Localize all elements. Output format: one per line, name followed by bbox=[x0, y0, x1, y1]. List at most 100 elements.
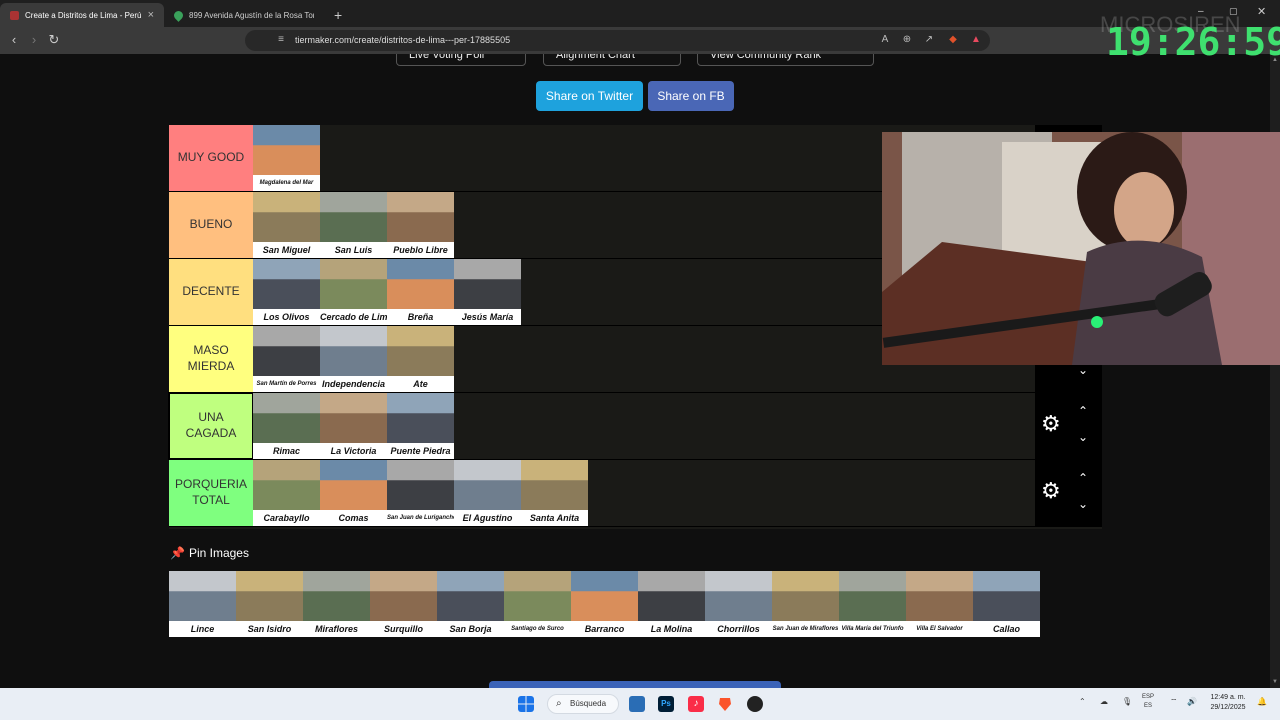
tier-card[interactable]: San Miguel bbox=[253, 192, 320, 258]
tier-card[interactable]: Villa María del Triunfo bbox=[839, 571, 906, 637]
tier-card[interactable]: San Luis bbox=[320, 192, 387, 258]
tier-card[interactable]: San Martín de Porres bbox=[253, 326, 320, 392]
district-photo bbox=[387, 326, 454, 376]
district-photo bbox=[320, 326, 387, 376]
tab-maps[interactable]: 899 Avenida Agustín de la Rosa Toro bbox=[164, 3, 324, 27]
district-photo bbox=[320, 460, 387, 510]
tier-card[interactable]: Surquillo bbox=[370, 571, 437, 637]
tier-card[interactable]: Pueblo Libre bbox=[387, 192, 454, 258]
address-bar[interactable]: ≡ tiermaker.com/create/distritos-de-lima… bbox=[245, 30, 990, 51]
taskbar-clock[interactable]: 12:49 a. m. 29/12/2025 bbox=[1204, 693, 1252, 713]
music-app-icon[interactable]: ♪ bbox=[688, 696, 704, 712]
district-name: La Molina bbox=[650, 624, 693, 634]
new-tab-button[interactable]: + bbox=[324, 3, 352, 27]
tier-card[interactable]: La Victoria bbox=[320, 393, 387, 459]
tier-card[interactable]: Chorrillos bbox=[705, 571, 772, 637]
chevron-down-icon[interactable]: ⌄ bbox=[1075, 431, 1091, 443]
district-name: Jesús María bbox=[461, 312, 514, 322]
district-name: San Martín de Porres bbox=[256, 381, 317, 387]
window-close-icon[interactable]: ✕ bbox=[1257, 5, 1266, 18]
share-icon[interactable]: ↗ bbox=[923, 34, 935, 46]
tier-card[interactable]: Los Olivos bbox=[253, 259, 320, 325]
share-twitter-button[interactable]: Share on Twitter bbox=[536, 81, 643, 111]
brave-shield-icon[interactable]: ◆ bbox=[947, 34, 959, 46]
wifi-icon[interactable]: ⌔ bbox=[1170, 697, 1178, 707]
language-indicator[interactable]: ESP ES bbox=[1142, 693, 1154, 711]
volume-icon[interactable]: 🔊 bbox=[1187, 697, 1197, 706]
tier-controls: ⚙ ⌃ ⌄ bbox=[1035, 460, 1102, 526]
stream-clock: 19:26:59 bbox=[1106, 20, 1280, 64]
tier-label[interactable]: BUENO bbox=[169, 192, 253, 258]
tier-label[interactable]: UNA CAGADA bbox=[168, 392, 254, 460]
district-name: San Luis bbox=[334, 245, 373, 255]
district-name: Barranco bbox=[584, 624, 625, 634]
tier-card[interactable]: Comas bbox=[320, 460, 387, 526]
tier-card[interactable]: Carabayllo bbox=[253, 460, 320, 526]
gear-icon[interactable]: ⚙ bbox=[1041, 413, 1063, 435]
share-fb-button[interactable]: Share on FB bbox=[648, 81, 734, 111]
forward-arrow-icon[interactable]: › bbox=[26, 32, 42, 48]
tab-close-icon[interactable]: × bbox=[148, 9, 154, 21]
district-name: Santiago de Surco bbox=[511, 626, 564, 632]
url-text: tiermaker.com/create/distritos-de-lima--… bbox=[295, 35, 511, 45]
tier-card[interactable]: Villa El Salvador bbox=[906, 571, 973, 637]
tier-card[interactable]: Lince bbox=[169, 571, 236, 637]
tier-card[interactable]: La Molina bbox=[638, 571, 705, 637]
site-settings-icon[interactable]: ≡ bbox=[275, 34, 287, 46]
district-photo bbox=[320, 192, 387, 242]
chevron-down-icon[interactable]: ⌄ bbox=[1075, 364, 1091, 376]
gear-icon[interactable]: ⚙ bbox=[1041, 480, 1063, 502]
windows-start-icon[interactable] bbox=[518, 696, 534, 712]
onedrive-icon[interactable]: ☁ bbox=[1100, 697, 1108, 706]
tier-card[interactable]: Miraflores bbox=[303, 571, 370, 637]
district-name: Rimac bbox=[272, 446, 300, 456]
zoom-icon[interactable]: ⊕ bbox=[901, 34, 913, 46]
community-rank-button[interactable]: View Community Rank bbox=[697, 54, 874, 66]
alignment-chart-button[interactable]: Alignment Chart bbox=[543, 54, 681, 66]
microphone-icon[interactable]: 🎙 bbox=[1122, 697, 1132, 706]
chevron-down-icon[interactable]: ⌄ bbox=[1075, 498, 1091, 510]
chevron-up-icon[interactable]: ⌃ bbox=[1075, 472, 1091, 484]
tray-overflow-icon[interactable]: ⌃ bbox=[1079, 697, 1086, 706]
district-name: Callao bbox=[992, 624, 1020, 634]
notification-bell-icon[interactable]: 🔔 bbox=[1257, 697, 1267, 706]
tier-card[interactable]: El Agustino bbox=[454, 460, 521, 526]
translate-icon[interactable]: A bbox=[879, 34, 891, 46]
tab-tiermaker[interactable]: Create a Distritos de Lima - Perú × bbox=[0, 3, 164, 27]
back-arrow-icon[interactable]: ‹ bbox=[6, 32, 22, 48]
live-voting-button[interactable]: Live Voting Poll bbox=[396, 54, 526, 66]
tier-card[interactable]: Rimac bbox=[253, 393, 320, 459]
district-name: Villa María del Triunfo bbox=[841, 626, 904, 632]
tier-label[interactable]: DECENTE bbox=[169, 259, 253, 325]
obs-icon[interactable] bbox=[747, 696, 763, 712]
tier-card[interactable]: Independencia bbox=[320, 326, 387, 392]
tier-card[interactable]: Barranco bbox=[571, 571, 638, 637]
tier-card[interactable]: Jesús María bbox=[454, 259, 521, 325]
taskbar-search[interactable]: ⌕ Búsqueda bbox=[547, 694, 619, 714]
tier-card[interactable]: Puente Piedra bbox=[387, 393, 454, 459]
tier-card[interactable]: San Borja bbox=[437, 571, 504, 637]
tier-label[interactable]: MUY GOOD bbox=[169, 125, 253, 191]
tier-card[interactable]: Cercado de Lima bbox=[320, 259, 387, 325]
tier-card[interactable]: San Juan de Miraflores bbox=[772, 571, 839, 637]
tier-card[interactable]: Ate bbox=[387, 326, 454, 392]
tier-card[interactable]: Callao bbox=[973, 571, 1040, 637]
scroll-down-icon[interactable]: ▼ bbox=[1272, 679, 1278, 685]
brave-rewards-icon[interactable]: ▲ bbox=[970, 34, 982, 46]
chevron-up-icon[interactable]: ⌃ bbox=[1075, 405, 1091, 417]
district-photo bbox=[504, 571, 571, 621]
tier-card[interactable]: San Isidro bbox=[236, 571, 303, 637]
tier-card[interactable]: Breña bbox=[387, 259, 454, 325]
reload-icon[interactable]: ↻ bbox=[46, 32, 62, 48]
tier-card[interactable]: Santiago de Surco bbox=[504, 571, 571, 637]
tier-label[interactable]: MASO MIERDA bbox=[169, 326, 253, 392]
district-name: Puente Piedra bbox=[390, 446, 451, 456]
tier-card[interactable]: San Juan de Lurigancho bbox=[387, 460, 454, 526]
tier-card[interactable]: Magdalena del Mar bbox=[253, 125, 320, 191]
brave-browser-icon[interactable] bbox=[717, 696, 733, 712]
tier-card[interactable]: Santa Anita bbox=[521, 460, 588, 526]
file-explorer-icon[interactable] bbox=[629, 696, 645, 712]
district-photo bbox=[387, 192, 454, 242]
tier-label[interactable]: PORQUERIA TOTAL bbox=[169, 460, 253, 526]
photoshop-icon[interactable]: Ps bbox=[658, 696, 674, 712]
